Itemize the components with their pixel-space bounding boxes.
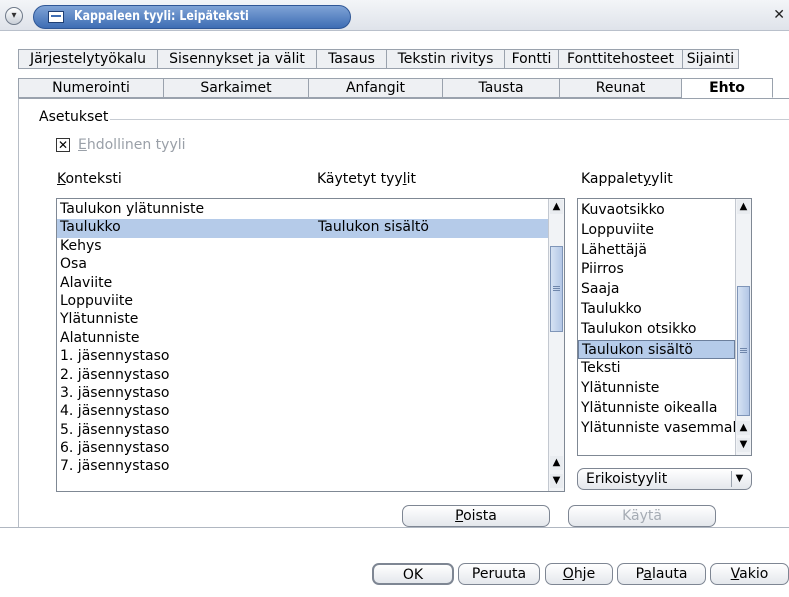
- context-cell: 5. jäsennystaso: [60, 421, 170, 438]
- conditional-style-checkbox[interactable]: ✕: [56, 138, 70, 152]
- context-cell: Taulukon ylätunniste: [60, 201, 205, 217]
- context-row[interactable]: 6. jäsennystaso: [57, 440, 548, 458]
- context-cell: Alatunniste: [60, 329, 140, 346]
- scroll-up-icon[interactable]: ▲: [550, 200, 563, 214]
- context-cell: Osa: [60, 256, 87, 273]
- window-menu-icon[interactable]: ▾: [5, 7, 23, 25]
- context-cell: 7. jäsennystaso: [60, 458, 170, 475]
- scroll-top-icon[interactable]: ▲: [737, 421, 750, 435]
- reset-button[interactable]: Palauta: [617, 563, 706, 585]
- ok-button[interactable]: OK: [372, 563, 454, 585]
- apply-button[interactable]: Käytä: [568, 505, 716, 527]
- context-row[interactable]: Ylätunniste: [57, 311, 548, 329]
- remove-button[interactable]: Poista: [402, 505, 550, 527]
- settings-divider: [110, 119, 789, 120]
- bottom-separator: [0, 527, 789, 528]
- title-bar: ▾ Kappaleen tyyli: Leipäteksti ✕: [0, 0, 789, 31]
- tab-tasaus[interactable]: Tasaus: [317, 49, 387, 69]
- scroll-up-icon[interactable]: ▲: [737, 200, 750, 214]
- context-cell: 6. jäsennystaso: [60, 440, 170, 457]
- window-title: Kappaleen tyyli: Leipäteksti: [74, 9, 249, 24]
- style-filter-dropdown[interactable]: Erikoistyylit ▼: [577, 468, 752, 490]
- scroll-thumb[interactable]: [550, 246, 563, 332]
- title-pill: Kappaleen tyyli: Leipäteksti: [33, 5, 351, 29]
- context-row[interactable]: 5. jäsennystaso: [57, 422, 548, 440]
- tab-sisennykset-ja-välit[interactable]: Sisennykset ja välit: [158, 49, 317, 69]
- tab-sijainti[interactable]: Sijainti: [683, 49, 739, 69]
- context-scrollbar[interactable]: ▲ ▲ ▼: [548, 199, 564, 491]
- context-row[interactable]: Alaviite: [57, 275, 548, 293]
- context-cell: Alaviite: [60, 274, 113, 291]
- context-cell: 3. jäsennystaso: [60, 384, 170, 401]
- tab-tausta[interactable]: Tausta: [443, 78, 560, 98]
- context-cell: Taulukko: [60, 219, 121, 236]
- paragraph-style-item[interactable]: Kuvaotsikko: [578, 201, 735, 221]
- tab-sarkaimet[interactable]: Sarkaimet: [164, 78, 309, 98]
- tab-row-2: Numerointi Sarkaimet Anfangit Tausta Reunat E…: [18, 78, 773, 98]
- context-rows: Taulukon ylätunniste Taulukko Taulukon sis…: [57, 201, 548, 477]
- paragraph-style-item[interactable]: Piirros: [578, 260, 735, 280]
- document-icon: [48, 11, 64, 23]
- paragraph-style-item[interactable]: Taulukon sisältö: [578, 339, 735, 360]
- applied-styles-header: Käytetyt tyylit: [317, 171, 416, 187]
- paragraph-style-item[interactable]: Ylätunniste oikealla: [578, 399, 735, 419]
- context-row[interactable]: Osa: [57, 256, 548, 274]
- paragraph-style-item[interactable]: Ylätunniste: [578, 379, 735, 399]
- context-row[interactable]: Loppuviite: [57, 293, 548, 311]
- context-cell: 4. jäsennystaso: [60, 403, 170, 420]
- paragraph-style-item[interactable]: Ylätunniste vasemmalla: [578, 419, 749, 439]
- context-row[interactable]: Alatunniste: [57, 330, 548, 348]
- tab-anfangit[interactable]: Anfangit: [309, 78, 443, 98]
- paragraph-style-item[interactable]: Lähettäjä: [578, 241, 735, 261]
- context-header: Konteksti: [57, 171, 122, 187]
- paragraph-styles-header: Kappaletyylit: [581, 171, 673, 187]
- paragraph-style-item[interactable]: Saaja: [578, 280, 735, 300]
- tab-reunat[interactable]: Reunat: [560, 78, 682, 98]
- scroll-thumb[interactable]: [737, 286, 750, 416]
- styles-scrollbar[interactable]: ▲ ▲ ▼: [735, 199, 751, 455]
- paragraph-style-item[interactable]: Loppuviite: [578, 221, 735, 241]
- chevron-down-icon[interactable]: ▼: [731, 471, 747, 487]
- tab-järjestelytyökalu[interactable]: Järjestelytyökalu: [18, 49, 158, 69]
- paragraph-style-item[interactable]: Taulukko: [578, 300, 735, 320]
- settings-legend: Asetukset: [39, 109, 109, 125]
- paragraph-style-rows: Kuvaotsikko Loppuviite Lähettäjä Piirros Saa…: [578, 201, 749, 439]
- context-row[interactable]: Taulukon ylätunniste: [57, 201, 548, 219]
- context-row[interactable]: 7. jäsennystaso: [57, 458, 548, 476]
- paragraph-styles-list[interactable]: Kuvaotsikko Loppuviite Lähettäjä Piirros Saa…: [577, 198, 752, 456]
- context-row[interactable]: 1. jäsennystaso: [57, 348, 548, 366]
- style-filter-value: Erikoistyylit: [586, 471, 668, 487]
- context-cell: Kehys: [60, 237, 102, 254]
- tab-fonttitehosteet[interactable]: Fonttitehosteet: [559, 49, 683, 69]
- cancel-button[interactable]: Peruuta: [458, 563, 540, 585]
- tab-row-1: Järjestelytyökalu Sisennykset ja välit Tas…: [18, 49, 739, 69]
- help-button[interactable]: Ohje: [545, 563, 613, 585]
- tab-fontti[interactable]: Fontti: [505, 49, 559, 69]
- paragraph-style-item[interactable]: Teksti: [578, 359, 735, 379]
- scroll-down-icon[interactable]: ▼: [550, 474, 563, 488]
- tab-ehto[interactable]: Ehto: [682, 78, 773, 98]
- context-cell: Ylätunniste: [60, 311, 139, 328]
- scroll-down-icon[interactable]: ▼: [737, 438, 750, 452]
- context-row[interactable]: Taulukko Taulukon sisältö: [57, 219, 548, 238]
- tab-tekstin-rivitys[interactable]: Tekstin rivitys: [387, 49, 505, 69]
- context-cell: Loppuviite: [60, 292, 133, 309]
- applied-style-cell: Taulukon sisältö: [318, 219, 429, 236]
- conditional-style-label: Ehdollinen tyyli: [78, 137, 186, 153]
- paragraph-style-item[interactable]: Taulukon otsikko: [578, 320, 735, 340]
- tab-numerointi[interactable]: Numerointi: [18, 78, 164, 98]
- context-cell: 1. jäsennystaso: [60, 348, 170, 365]
- scroll-top-icon[interactable]: ▲: [550, 456, 563, 470]
- default-button[interactable]: Vakio: [710, 563, 789, 585]
- context-row[interactable]: 4. jäsennystaso: [57, 403, 548, 421]
- context-row[interactable]: 2. jäsennystaso: [57, 367, 548, 385]
- context-row[interactable]: Kehys: [57, 238, 548, 256]
- context-cell: 2. jäsennystaso: [60, 366, 170, 383]
- context-list[interactable]: Taulukon ylätunniste Taulukko Taulukon sis…: [56, 198, 565, 492]
- close-icon[interactable]: ✕: [773, 7, 785, 23]
- context-row[interactable]: 3. jäsennystaso: [57, 385, 548, 403]
